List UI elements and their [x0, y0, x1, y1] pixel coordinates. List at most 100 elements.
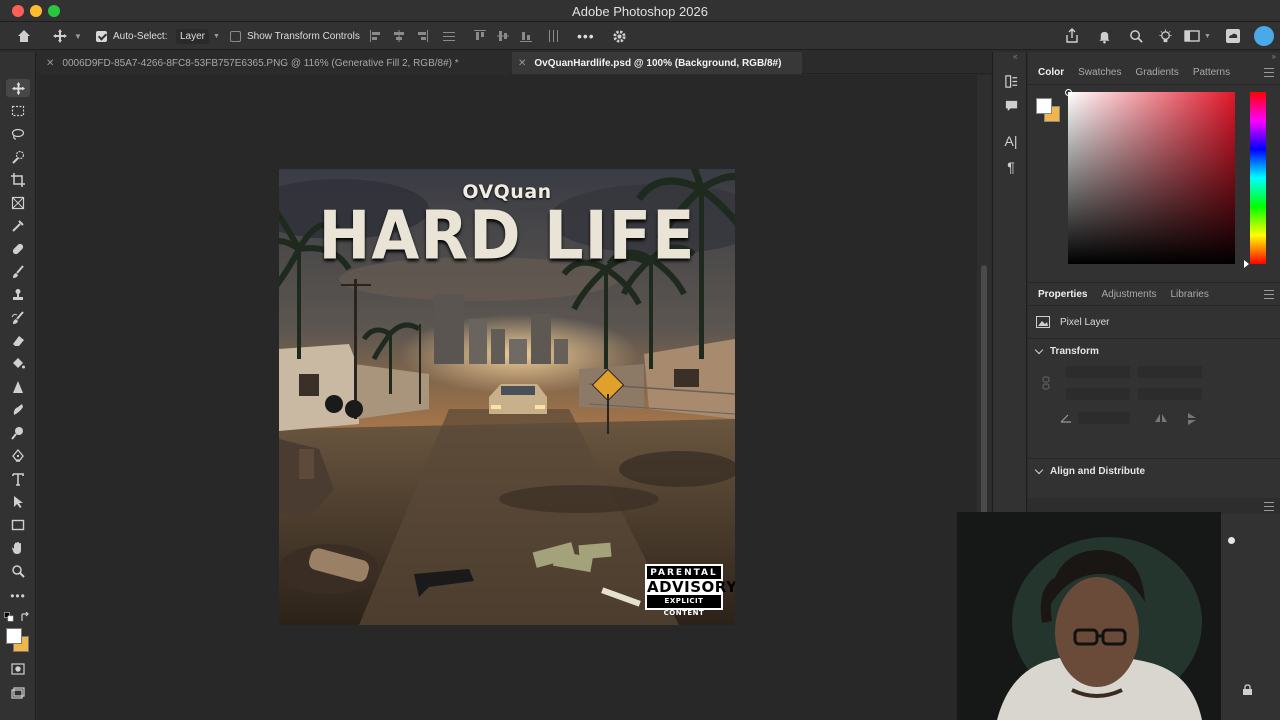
- type-tool[interactable]: [9, 470, 27, 488]
- panel-menu-icon[interactable]: [1264, 502, 1274, 511]
- frame-tool[interactable]: [9, 194, 27, 212]
- screen-mode-button[interactable]: [9, 684, 27, 702]
- rectangle-tool[interactable]: [9, 516, 27, 534]
- close-icon[interactable]: ✕: [46, 58, 54, 69]
- hand-tool[interactable]: [9, 539, 27, 557]
- notifications-button[interactable]: [1097, 22, 1112, 50]
- paragraph-panel-icon[interactable]: ¶: [1002, 158, 1020, 176]
- hand-icon: [12, 542, 21, 554]
- settings-button[interactable]: [612, 22, 627, 50]
- eyedropper-tool[interactable]: [9, 217, 27, 235]
- move-tool[interactable]: [6, 79, 30, 97]
- quick-mask-button[interactable]: [9, 660, 27, 678]
- color-picker-handle[interactable]: [1065, 89, 1072, 96]
- auto-select-dropdown[interactable]: Layer ▼: [176, 22, 220, 50]
- history-brush-tool[interactable]: [9, 309, 27, 327]
- tab-generative-fill[interactable]: ✕ 0006D9FD-85A7-4266-8FC8-53FB757E6365.P…: [40, 52, 508, 74]
- transform-section-header[interactable]: Transform: [1034, 345, 1099, 357]
- foreground-color-swatch[interactable]: [1036, 98, 1052, 114]
- eyedropper-icon: [12, 220, 24, 232]
- lightbulb-icon: [1159, 28, 1172, 42]
- dodge-tool[interactable]: [9, 424, 27, 442]
- share-button[interactable]: [1064, 22, 1080, 50]
- document-canvas[interactable]: OVQuan HARD LIFE PARENTAL ADVISORY EXPLI…: [279, 169, 735, 625]
- align-top-icon[interactable]: [473, 29, 487, 43]
- sharpen-tool[interactable]: [9, 378, 27, 396]
- paint-bucket-tool[interactable]: [9, 355, 27, 373]
- x-field[interactable]: [1138, 366, 1202, 378]
- close-icon[interactable]: ✕: [518, 58, 526, 69]
- flip-vertical-icon[interactable]: [1186, 412, 1198, 426]
- workspace-button[interactable]: ▼: [1184, 22, 1211, 50]
- angle-field[interactable]: [1078, 412, 1130, 424]
- properties-panel-tabs: Properties Adjustments Libraries: [1028, 282, 1280, 306]
- checkbox[interactable]: [230, 30, 241, 42]
- auto-select-checkbox[interactable]: Auto-Select:: [96, 22, 167, 50]
- tab-adjustments[interactable]: Adjustments: [1101, 289, 1156, 300]
- default-colors-icon[interactable]: [4, 612, 14, 622]
- dodge-icon: [11, 427, 23, 440]
- lasso-tool[interactable]: [9, 125, 27, 143]
- marquee-tool[interactable]: [9, 102, 27, 120]
- quick-mask-icon: [11, 663, 25, 675]
- flip-horizontal-icon[interactable]: [1154, 412, 1168, 424]
- panel-menu-icon[interactable]: [1264, 68, 1274, 77]
- height-field[interactable]: [1066, 388, 1130, 400]
- object-selection-tool[interactable]: [9, 148, 27, 166]
- pen-tool[interactable]: [9, 447, 27, 465]
- collapse-arrows-icon[interactable]: «: [1013, 52, 1017, 61]
- align-right-icon[interactable]: [415, 29, 429, 43]
- history-panel-button[interactable]: [1002, 72, 1020, 90]
- foreground-color-swatch[interactable]: [6, 628, 22, 644]
- edit-toolbar-icon[interactable]: •••: [9, 587, 27, 605]
- clone-stamp-tool[interactable]: [9, 286, 27, 304]
- tab-color[interactable]: Color: [1038, 67, 1064, 78]
- color-picker-field[interactable]: [1065, 89, 1235, 264]
- move-tool-preset[interactable]: ▼: [52, 22, 82, 50]
- checkbox[interactable]: [96, 30, 107, 42]
- brush-tool[interactable]: [9, 263, 27, 281]
- hue-slider-handle[interactable]: [1244, 260, 1249, 268]
- layer-type-label: Pixel Layer: [1060, 316, 1110, 328]
- account-avatar[interactable]: [1254, 22, 1274, 50]
- discover-button[interactable]: [1158, 22, 1173, 50]
- distribute-icon[interactable]: [442, 29, 456, 43]
- search-button[interactable]: [1129, 22, 1144, 50]
- home-button[interactable]: [16, 22, 32, 50]
- tab-properties[interactable]: Properties: [1038, 289, 1087, 300]
- creative-cloud-button[interactable]: [1225, 22, 1241, 50]
- more-options-icon[interactable]: •••: [577, 22, 595, 50]
- y-field[interactable]: [1138, 388, 1202, 400]
- tab-gradients[interactable]: Gradients: [1135, 67, 1178, 78]
- path-selection-tool[interactable]: [9, 493, 27, 511]
- lock-icon[interactable]: [1242, 684, 1253, 696]
- link-icon[interactable]: [1042, 376, 1050, 390]
- width-field[interactable]: [1066, 366, 1130, 378]
- align-bottom-icon[interactable]: [519, 29, 533, 43]
- layer-visibility-dot[interactable]: [1228, 537, 1235, 544]
- collapse-arrows-icon[interactable]: »: [1272, 52, 1276, 61]
- tab-libraries[interactable]: Libraries: [1171, 289, 1209, 300]
- comments-panel-button[interactable]: [1002, 96, 1020, 114]
- character-panel-icon[interactable]: A|: [1002, 132, 1020, 150]
- canvas-area[interactable]: OVQuan HARD LIFE PARENTAL ADVISORY EXPLI…: [37, 75, 977, 720]
- align-left-icon[interactable]: [369, 29, 383, 43]
- tab-patterns[interactable]: Patterns: [1193, 67, 1230, 78]
- tab-swatches[interactable]: Swatches: [1078, 67, 1121, 78]
- align-distribute-section-header[interactable]: Align and Distribute: [1034, 465, 1145, 477]
- tab-ovquan-hardlife[interactable]: ✕ OvQuanHardlife.psd @ 100% (Background,…: [512, 52, 802, 74]
- smudge-tool[interactable]: [9, 401, 27, 419]
- zoom-tool[interactable]: [9, 562, 27, 580]
- crop-tool[interactable]: [9, 171, 27, 189]
- hue-slider[interactable]: [1244, 92, 1266, 268]
- triangle-icon: [13, 381, 23, 393]
- align-center-icon[interactable]: [392, 29, 406, 43]
- scrollbar-thumb[interactable]: [981, 265, 987, 515]
- swap-colors-icon[interactable]: [20, 612, 31, 623]
- healing-brush-tool[interactable]: [9, 240, 27, 258]
- distribute-vertical-icon[interactable]: [546, 29, 560, 43]
- show-transform-checkbox[interactable]: Show Transform Controls: [230, 22, 360, 50]
- align-middle-icon[interactable]: [496, 29, 510, 43]
- eraser-tool[interactable]: [9, 332, 27, 350]
- panel-menu-icon[interactable]: [1264, 290, 1274, 299]
